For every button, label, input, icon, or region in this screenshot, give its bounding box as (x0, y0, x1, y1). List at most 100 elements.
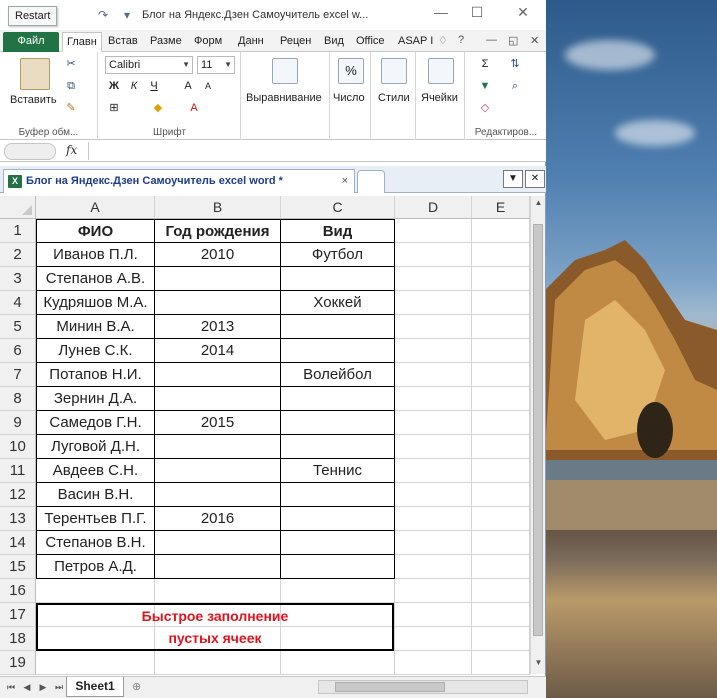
format-painter-icon[interactable]: ✎ (62, 100, 80, 116)
grid-cell[interactable] (395, 459, 472, 483)
table-cell-a[interactable]: Терентьев П.Г. (36, 507, 155, 531)
sort-filter-icon[interactable]: ⇅ (506, 56, 524, 72)
row-header[interactable]: 1 (0, 219, 36, 243)
table-cell-c[interactable] (281, 555, 395, 579)
table-cell-a[interactable]: Потапов Н.И. (36, 363, 155, 387)
minimize-button[interactable]: — (426, 4, 456, 24)
table-cell-b[interactable]: 2010 (155, 243, 281, 267)
grid-cell[interactable] (472, 483, 530, 507)
scroll-up-icon[interactable]: ▲ (531, 198, 546, 212)
table-cell-c[interactable] (281, 507, 395, 531)
table-cell-a[interactable]: Петров А.Д. (36, 555, 155, 579)
grid-cell[interactable] (395, 435, 472, 459)
grid-cell[interactable] (472, 315, 530, 339)
grid-cell[interactable] (395, 483, 472, 507)
grid-cell[interactable] (281, 651, 395, 675)
select-all-corner[interactable] (0, 196, 36, 219)
close-window-button[interactable]: ✕ (508, 4, 538, 24)
ribbon-restore-icon[interactable]: ◱ (508, 34, 518, 47)
table-cell-b[interactable]: 2014 (155, 339, 281, 363)
row-header[interactable]: 6 (0, 339, 36, 363)
grid-cell[interactable] (472, 267, 530, 291)
grid-cell[interactable] (472, 339, 530, 363)
table-cell-c[interactable] (281, 411, 395, 435)
grid-cell[interactable] (395, 387, 472, 411)
close-workbook-button[interactable]: ✕ (525, 170, 545, 188)
column-header-b[interactable]: B (155, 196, 281, 219)
table-cell-b[interactable] (155, 483, 281, 507)
table-cell-c[interactable] (281, 315, 395, 339)
table-cell-b[interactable] (155, 459, 281, 483)
row-header[interactable]: 19 (0, 651, 36, 675)
table-cell-a[interactable]: Луговой Д.Н. (36, 435, 155, 459)
first-sheet-icon[interactable]: ⏮ (4, 680, 18, 694)
table-cell-c[interactable]: Футбол (281, 243, 395, 267)
grid-cell[interactable] (472, 363, 530, 387)
grid-cell[interactable] (472, 243, 530, 267)
prev-sheet-icon[interactable]: ◀ (20, 680, 34, 694)
tab-asap[interactable]: ASAP I (394, 32, 437, 52)
table-cell-b[interactable]: 2015 (155, 411, 281, 435)
table-cell-b[interactable]: Год рождения (155, 219, 281, 243)
name-box[interactable] (4, 143, 56, 160)
grid-cell[interactable] (472, 219, 530, 243)
table-cell-b[interactable] (155, 363, 281, 387)
table-cell-a[interactable]: Степанов А.В. (36, 267, 155, 291)
close-tab-icon[interactable]: × (342, 170, 348, 192)
grid-cell[interactable] (395, 291, 472, 315)
grid-cell[interactable] (395, 219, 472, 243)
qat-customize-icon[interactable]: ▾ (118, 6, 136, 24)
alignment-button-label[interactable]: Выравнивание (246, 92, 322, 104)
scroll-down-icon[interactable]: ▼ (531, 658, 546, 672)
grid-cell[interactable] (395, 579, 472, 603)
font-color-icon[interactable]: A (185, 100, 203, 116)
clear-icon[interactable]: ◇ (476, 100, 494, 116)
font-name-combo[interactable]: Calibri ▼ (105, 56, 193, 74)
row-header[interactable]: 12 (0, 483, 36, 507)
vertical-scrollbar[interactable]: ▲ ▼ (530, 196, 545, 674)
row-header[interactable]: 13 (0, 507, 36, 531)
grid-cell[interactable] (395, 267, 472, 291)
column-header-d[interactable]: D (395, 196, 472, 219)
table-cell-a[interactable]: Иванов П.Л. (36, 243, 155, 267)
tab-file[interactable]: Файл (3, 32, 59, 52)
cells-icon[interactable] (428, 58, 454, 84)
grid-cell[interactable] (395, 339, 472, 363)
grid-cell[interactable] (472, 411, 530, 435)
grid-cell[interactable] (281, 579, 395, 603)
table-cell-c[interactable]: Теннис (281, 459, 395, 483)
grid-cell[interactable] (472, 507, 530, 531)
bold-button[interactable]: Ж (105, 78, 123, 94)
tab-insert[interactable]: Встав (104, 32, 142, 52)
row-header[interactable]: 16 (0, 579, 36, 603)
alignment-icon[interactable] (272, 58, 298, 84)
grid-cell[interactable] (395, 363, 472, 387)
row-header[interactable]: 17 (0, 603, 36, 627)
row-header[interactable]: 11 (0, 459, 36, 483)
table-cell-b[interactable] (155, 387, 281, 411)
redo-icon[interactable]: ↷ (94, 6, 112, 24)
grid-cell[interactable] (155, 579, 281, 603)
font-size-combo[interactable]: 11 ▼ (197, 56, 235, 74)
table-cell-c[interactable] (281, 339, 395, 363)
tab-list-dropdown[interactable]: ▼ (503, 170, 523, 188)
paste-button-label[interactable]: Вставить (10, 94, 57, 106)
grow-font-icon[interactable]: A (179, 78, 197, 94)
table-cell-c[interactable] (281, 435, 395, 459)
cells-button-label[interactable]: Ячейки (421, 92, 458, 104)
note-box[interactable]: Быстрое заполнение пустых ячеек (36, 603, 394, 651)
styles-icon[interactable] (381, 58, 407, 84)
grid-cell[interactable] (395, 315, 472, 339)
grid-cell[interactable] (472, 651, 530, 675)
underline-button[interactable]: Ч (145, 78, 163, 94)
column-header-e[interactable]: E (472, 196, 530, 219)
table-cell-c[interactable]: Хоккей (281, 291, 395, 315)
table-cell-b[interactable] (155, 291, 281, 315)
row-header[interactable]: 18 (0, 627, 36, 651)
number-button-label[interactable]: Число (333, 92, 365, 104)
grid-cell[interactable] (155, 651, 281, 675)
row-header[interactable]: 15 (0, 555, 36, 579)
tab-review[interactable]: Рецен (276, 32, 315, 52)
table-cell-a[interactable]: Зернин Д.А. (36, 387, 155, 411)
autosum-icon[interactable]: Σ (476, 56, 494, 72)
